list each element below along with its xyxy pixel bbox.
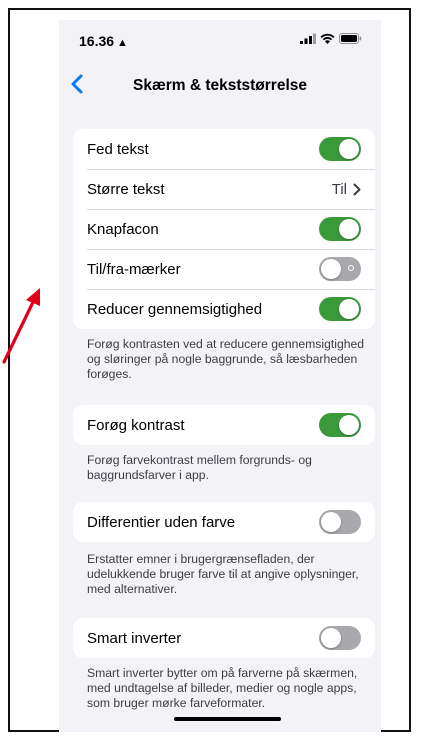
bold-text-toggle[interactable] <box>319 137 361 161</box>
cellular-signal-icon <box>300 33 316 44</box>
smart-invert-group: Smart inverter <box>73 618 375 658</box>
group1-footer: Forøg kontrasten ved at reducere gennems… <box>87 337 365 381</box>
row-label: Til/fra-mærker <box>87 260 181 278</box>
larger-text-value[interactable]: Til <box>332 181 361 198</box>
on-off-labels-toggle[interactable] <box>319 257 361 281</box>
row-label: Fed tekst <box>87 140 149 158</box>
group3-footer: Erstatter emner i brugergrænsefladen, de… <box>87 552 359 596</box>
reduce-transparency-toggle[interactable] <box>319 297 361 321</box>
status-bar: 16.36 ▲ <box>59 20 381 64</box>
person-icon: ▲ <box>117 37 128 49</box>
status-time-text: 16.36 <box>79 33 115 49</box>
increase-contrast-toggle[interactable] <box>319 413 361 437</box>
toggle-knob <box>321 628 341 648</box>
row-differentier-uden-farve: Differentier uden farve <box>73 502 375 542</box>
status-icons <box>300 33 362 44</box>
wifi-icon <box>320 33 335 44</box>
red-arrow-icon <box>2 288 40 364</box>
home-indicator[interactable] <box>174 717 281 721</box>
smart-invert-toggle[interactable] <box>319 626 361 650</box>
toggle-knob <box>321 259 341 279</box>
row-label: Forøg kontrast <box>87 416 185 434</box>
row-value: Til <box>331 180 347 198</box>
contrast-group: Forøg kontrast <box>73 405 375 445</box>
toggle-knob <box>321 512 341 532</box>
page-title: Skærm & tekststørrelse <box>132 77 308 94</box>
row-foroeg-kontrast: Forøg kontrast <box>73 405 375 445</box>
navigation-bar: Skærm & tekststørrelse <box>59 68 381 108</box>
status-time: 16.36 ▲ <box>79 33 128 49</box>
toggle-knob <box>339 139 359 159</box>
row-label: Differentier uden farve <box>87 513 236 531</box>
toggle-knob <box>339 415 359 435</box>
row-stoerre-tekst[interactable]: Større tekst Til <box>73 169 375 209</box>
row-label: Smart inverter <box>87 629 182 647</box>
row-label: Større tekst <box>87 180 165 198</box>
phone-screen: 16.36 ▲ Skærm & tekststørrelse Fed tekst… <box>59 20 381 732</box>
row-smart-inverter: Smart inverter <box>73 618 375 658</box>
group2-footer: Forøg farvekontrast mellem forgrunds- og… <box>87 453 312 482</box>
row-label: Knapfacon <box>87 220 159 238</box>
row-reducer-gennemsigtighed: Reducer gennemsigtighed <box>73 289 375 329</box>
row-til-fra-maerker: Til/fra-mærker <box>73 249 375 289</box>
row-label: Reducer gennemsigtighed <box>87 300 263 318</box>
differentiate-group: Differentier uden farve <box>73 502 375 542</box>
row-knapfacon: Knapfacon <box>73 209 375 249</box>
chevron-right-icon <box>353 183 361 195</box>
row-fed-tekst: Fed tekst <box>73 129 375 169</box>
display-settings-group: Fed tekst Større tekst Til Knapfacon Til… <box>73 129 375 329</box>
group4-footer: Smart inverter bytter om på farverne på … <box>87 666 358 710</box>
toggle-knob <box>339 299 359 319</box>
toggle-knob <box>339 219 359 239</box>
button-shapes-toggle[interactable] <box>319 217 361 241</box>
battery-icon <box>339 33 362 44</box>
differentiate-without-color-toggle[interactable] <box>319 510 361 534</box>
off-label-mark <box>348 265 354 271</box>
